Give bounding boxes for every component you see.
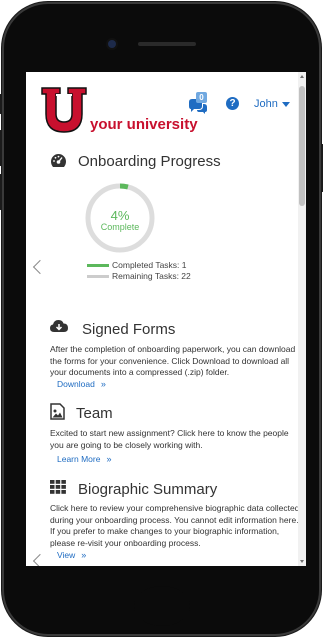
progress-percent: 4% [110,208,130,223]
mute-switch [0,94,2,114]
user-name: John [254,98,278,110]
scrollbar-thumb[interactable] [299,86,305,206]
progress-complete-label: Complete [100,222,140,232]
caret-down-icon [281,101,290,107]
volume-down-button [0,174,2,210]
completed-legend-swatch [87,264,109,267]
team-title: Team [76,405,113,422]
remaining-legend-swatch [87,275,109,278]
page-content: your university 0 ? John Onboarding Prog… [26,72,299,566]
signed-forms-title: Signed Forms [82,321,176,338]
view-link-label: View [57,550,76,560]
biographic-summary-title: Biographic Summary [78,481,218,498]
unread-count-badge: 0 [196,92,207,103]
help-button[interactable]: ? [226,97,239,110]
double-chevron-right-icon: » [100,379,106,389]
volume-up-button [0,130,2,166]
remaining-tasks-label: Remaining Tasks: 22 [112,271,191,281]
dashboard-gauge-icon [51,154,66,167]
vertical-scrollbar[interactable] [298,72,306,566]
learn-more-link[interactable]: Learn More » [57,454,111,464]
image-icon [50,403,65,420]
carousel-prev-arrow-lower[interactable] [32,553,48,566]
home-button[interactable] [134,586,190,626]
earpiece-speaker [138,42,196,46]
learn-more-link-label: Learn More [57,454,101,464]
help-circle-icon: ? [229,98,236,109]
scroll-down-arrow-icon[interactable] [300,560,304,563]
download-link-label: Download [57,379,95,389]
carousel-prev-arrow[interactable] [32,259,48,275]
completed-tasks-label: Completed Tasks: 1 [112,260,187,270]
signed-forms-description: After the completion of onboarding paper… [50,344,296,377]
view-link[interactable]: View » [57,550,86,560]
cloud-download-icon [50,320,68,332]
messages-button[interactable]: 0 [188,92,208,116]
front-camera [108,40,116,48]
university-u-logo-icon [41,87,87,133]
download-link[interactable]: Download » [57,379,106,389]
grid-icon [50,480,66,494]
biographic-summary-description: Click here to review your comprehensive … [50,503,300,548]
scroll-up-arrow-icon[interactable] [300,75,304,78]
logo-text: your university [90,116,198,133]
double-chevron-right-icon: » [81,550,87,560]
user-menu[interactable]: John [254,98,290,110]
double-chevron-right-icon: » [106,454,112,464]
team-description: Excited to start new assignment? Click h… [50,428,289,450]
progress-title: Onboarding Progress [78,153,221,170]
app-screen: your university 0 ? John Onboarding Prog… [26,72,306,566]
